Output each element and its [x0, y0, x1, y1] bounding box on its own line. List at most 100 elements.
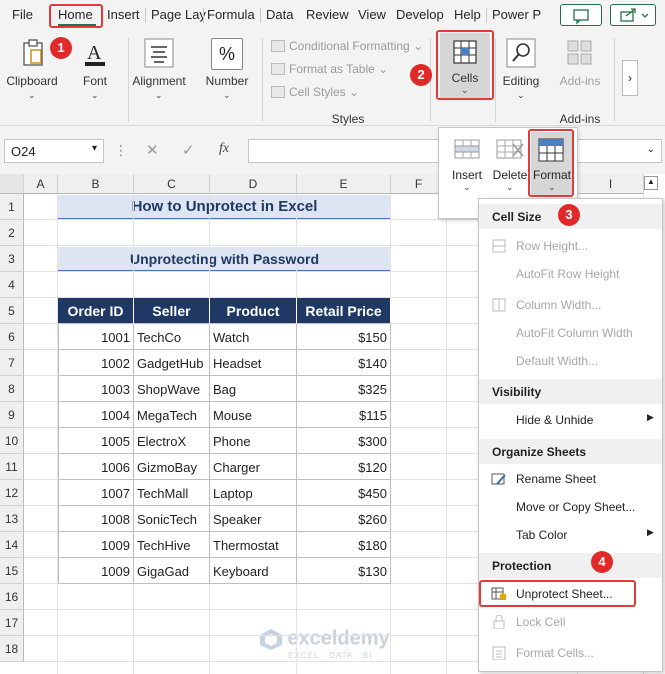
table-cell[interactable]: 1004 — [58, 402, 134, 428]
tab-power-pivot[interactable]: Power P — [492, 7, 541, 22]
column-header[interactable]: A — [24, 174, 58, 194]
table-cell[interactable]: 1007 — [58, 480, 134, 506]
row-header[interactable]: 11 — [0, 454, 24, 480]
ribbon-scroll-right-button[interactable]: › — [622, 60, 638, 96]
row-header[interactable]: 1 — [0, 194, 24, 220]
insert-cells-button[interactable]: Insert ⌄ — [447, 134, 487, 192]
row-header[interactable]: 9 — [0, 402, 24, 428]
table-cell[interactable]: TechHive — [134, 532, 210, 558]
tab-formulas[interactable]: Formula — [207, 7, 255, 22]
row-header[interactable]: 18 — [0, 636, 24, 662]
table-cell[interactable]: 1003 — [58, 376, 134, 402]
table-cell[interactable]: Thermostat — [210, 532, 297, 558]
table-cell[interactable]: Watch — [210, 324, 297, 350]
column-header[interactable]: C — [134, 174, 210, 194]
table-cell[interactable]: $300 — [297, 428, 391, 454]
row-header[interactable]: 3 — [0, 246, 24, 272]
column-width-item[interactable]: Column Width... — [516, 298, 601, 312]
table-cell[interactable]: TechMall — [134, 480, 210, 506]
font-button[interactable]: A Font ⌄ — [66, 34, 124, 104]
row-header[interactable]: 6 — [0, 324, 24, 350]
select-all-corner[interactable] — [0, 174, 24, 194]
cancel-entry-button[interactable]: ✕ — [146, 141, 159, 159]
editing-button[interactable]: Editing ⌄ — [498, 34, 544, 104]
lock-cell-item[interactable]: Lock Cell — [516, 615, 565, 629]
tab-review[interactable]: Review — [306, 7, 349, 22]
table-cell[interactable]: $130 — [297, 558, 391, 584]
table-cell[interactable]: Speaker — [210, 506, 297, 532]
autofit-row-height-item[interactable]: AutoFit Row Height — [516, 267, 619, 281]
tab-view[interactable]: View — [358, 7, 386, 22]
format-cells-item[interactable]: Format Cells... — [516, 646, 594, 660]
table-cell[interactable]: 1001 — [58, 324, 134, 350]
table-cell[interactable]: ElectroX — [134, 428, 210, 454]
column-header[interactable]: B — [58, 174, 134, 194]
default-width-item[interactable]: Default Width... — [516, 354, 598, 368]
row-header[interactable]: 15 — [0, 558, 24, 584]
tab-file[interactable]: File — [12, 7, 33, 22]
table-cell[interactable]: 1009 — [58, 532, 134, 558]
table-cell[interactable]: $150 — [297, 324, 391, 350]
table-cell[interactable]: GigaGad — [134, 558, 210, 584]
row-header[interactable]: 7 — [0, 350, 24, 376]
table-cell[interactable]: Headset — [210, 350, 297, 376]
table-cell[interactable]: $325 — [297, 376, 391, 402]
table-cell[interactable]: GadgetHub — [134, 350, 210, 376]
enter-entry-button[interactable]: ✓ — [182, 141, 195, 159]
table-header-cell[interactable]: Retail Price — [297, 298, 391, 324]
row-header[interactable]: 8 — [0, 376, 24, 402]
addins-button[interactable]: Add-ins — [552, 34, 608, 104]
table-cell[interactable]: $180 — [297, 532, 391, 558]
tab-page-layout[interactable]: Page Lay — [151, 7, 206, 22]
table-header-cell[interactable]: Seller — [134, 298, 210, 324]
tab-color-item[interactable]: Tab Color — [516, 528, 567, 542]
conditional-formatting-button[interactable]: Conditional Formatting ⌄ — [271, 39, 423, 53]
row-header[interactable]: 5 — [0, 298, 24, 324]
table-cell[interactable]: $260 — [297, 506, 391, 532]
column-header[interactable]: I — [578, 174, 644, 194]
table-cell[interactable]: 1002 — [58, 350, 134, 376]
table-cell[interactable]: Keyboard — [210, 558, 297, 584]
table-cell[interactable]: Bag — [210, 376, 297, 402]
autofit-column-width-item[interactable]: AutoFit Column Width — [516, 326, 633, 340]
rename-sheet-item[interactable]: Rename Sheet — [516, 472, 596, 486]
hide-unhide-item[interactable]: Hide & Unhide — [516, 413, 593, 427]
row-header[interactable]: 10 — [0, 428, 24, 454]
table-cell[interactable]: Phone — [210, 428, 297, 454]
table-cell[interactable]: SonicTech — [134, 506, 210, 532]
row-header[interactable]: 12 — [0, 480, 24, 506]
table-cell[interactable]: $140 — [297, 350, 391, 376]
row-header[interactable]: 2 — [0, 220, 24, 246]
tab-insert[interactable]: Insert — [107, 7, 140, 22]
format-as-table-button[interactable]: Format as Table ⌄ — [271, 62, 388, 76]
row-header[interactable]: 16 — [0, 584, 24, 610]
table-cell[interactable]: $450 — [297, 480, 391, 506]
row-header[interactable]: 17 — [0, 610, 24, 636]
scroll-up-button[interactable]: ▲ — [644, 176, 658, 190]
row-height-item[interactable]: Row Height... — [516, 239, 588, 253]
table-cell[interactable]: 1008 — [58, 506, 134, 532]
row-header[interactable]: 14 — [0, 532, 24, 558]
table-header-cell[interactable]: Product — [210, 298, 297, 324]
table-cell[interactable]: ShopWave — [134, 376, 210, 402]
table-cell[interactable]: $120 — [297, 454, 391, 480]
delete-cells-button[interactable]: Delete ⌄ — [489, 134, 531, 192]
row-header[interactable]: 13 — [0, 506, 24, 532]
table-cell[interactable]: Mouse — [210, 402, 297, 428]
alignment-button[interactable]: Alignment ⌄ — [128, 34, 190, 104]
table-cell[interactable]: $115 — [297, 402, 391, 428]
table-cell[interactable]: MegaTech — [134, 402, 210, 428]
share-button[interactable] — [610, 4, 656, 26]
tab-developer[interactable]: Develop — [396, 7, 444, 22]
table-cell[interactable]: 1009 — [58, 558, 134, 584]
table-cell[interactable]: TechCo — [134, 324, 210, 350]
insert-function-button[interactable]: fx — [219, 141, 229, 157]
table-cell[interactable]: 1005 — [58, 428, 134, 454]
move-copy-sheet-item[interactable]: Move or Copy Sheet... — [516, 500, 635, 514]
table-header-cell[interactable]: Order ID — [58, 298, 134, 324]
tab-help[interactable]: Help — [454, 7, 481, 22]
table-cell[interactable]: 1006 — [58, 454, 134, 480]
tab-data[interactable]: Data — [266, 7, 293, 22]
number-button[interactable]: % Number ⌄ — [198, 34, 256, 104]
name-box[interactable]: O24 ▾ — [4, 139, 104, 163]
